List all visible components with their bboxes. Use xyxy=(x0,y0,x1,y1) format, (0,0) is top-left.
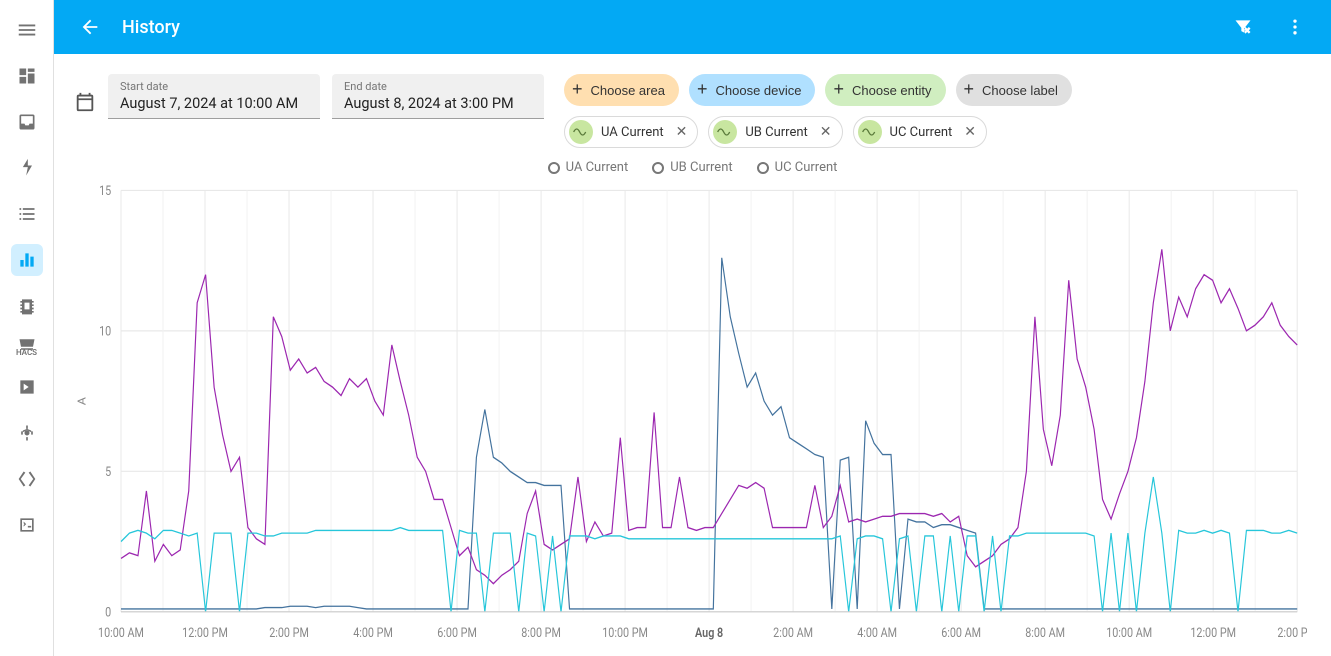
choose-label-button[interactable]: +Choose label xyxy=(956,74,1072,106)
legend-dot-icon xyxy=(548,162,560,174)
media-icon[interactable] xyxy=(11,371,43,403)
sine-icon xyxy=(569,120,593,144)
sine-icon xyxy=(858,120,882,144)
menu-icon[interactable] xyxy=(11,14,43,46)
entity-chip-uc[interactable]: UC Current ✕ xyxy=(853,116,988,148)
svg-text:10:00 AM: 10:00 AM xyxy=(1106,625,1152,640)
history-icon[interactable] xyxy=(11,244,43,276)
header: History xyxy=(54,0,1331,54)
sine-icon xyxy=(713,120,737,144)
plus-icon: + xyxy=(697,80,708,98)
svg-text:8:00 AM: 8:00 AM xyxy=(1025,625,1065,640)
svg-text:2:00 AM: 2:00 AM xyxy=(773,625,813,640)
svg-text:6:00 AM: 6:00 AM xyxy=(941,625,981,640)
legend-ub[interactable]: UB Current xyxy=(652,160,732,175)
more-icon[interactable] xyxy=(1275,7,1315,47)
start-date-value: August 7, 2024 at 10:00 AM xyxy=(120,95,308,112)
plus-icon: + xyxy=(833,80,844,98)
chart[interactable]: 0 5 10 15 10:00 AM 12:00 PM 2:00 PM 4:00 PM 6:00… xyxy=(54,179,1331,656)
chart-legend: UA Current UB Current UC Current xyxy=(54,160,1331,175)
filter-clear-icon[interactable] xyxy=(1223,7,1263,47)
sidebar: HACS xyxy=(0,0,54,656)
svg-text:4:00 AM: 4:00 AM xyxy=(857,625,897,640)
svg-text:8:00 PM: 8:00 PM xyxy=(521,625,561,640)
close-icon[interactable]: ✕ xyxy=(816,122,836,142)
svg-text:12:00 PM: 12:00 PM xyxy=(1190,625,1236,640)
plus-icon: + xyxy=(964,80,975,98)
choose-entity-button[interactable]: +Choose entity xyxy=(825,74,945,106)
calendar-icon xyxy=(74,91,96,113)
list-icon[interactable] xyxy=(11,198,43,230)
svg-text:15: 15 xyxy=(99,183,112,198)
svg-text:0: 0 xyxy=(105,605,111,620)
entity-chip-ua[interactable]: UA Current ✕ xyxy=(564,116,698,148)
close-icon[interactable]: ✕ xyxy=(672,122,692,142)
choose-device-button[interactable]: +Choose device xyxy=(689,74,816,106)
svg-text:12:00 PM: 12:00 PM xyxy=(182,625,228,640)
entity-chip-ub[interactable]: UB Current ✕ xyxy=(708,116,842,148)
svg-text:10: 10 xyxy=(99,324,111,339)
end-date-field[interactable]: End date August 8, 2024 at 3:00 PM xyxy=(332,74,544,119)
legend-dot-icon xyxy=(652,162,664,174)
end-date-label: End date xyxy=(344,80,532,93)
legend-uc[interactable]: UC Current xyxy=(757,160,838,175)
start-date-field[interactable]: Start date August 7, 2024 at 10:00 AM xyxy=(108,74,320,119)
svg-text:2:00 PM: 2:00 PM xyxy=(269,625,309,640)
svg-text:6:00 PM: 6:00 PM xyxy=(437,625,477,640)
network-icon[interactable] xyxy=(11,417,43,449)
svg-text:2:00 PM: 2:00 PM xyxy=(1277,625,1307,640)
legend-dot-icon xyxy=(757,162,769,174)
back-button[interactable] xyxy=(70,7,110,47)
page-title: History xyxy=(122,17,1223,38)
svg-text:10:00 PM: 10:00 PM xyxy=(602,625,648,640)
svg-text:4:00 PM: 4:00 PM xyxy=(353,625,393,640)
code-icon[interactable] xyxy=(11,463,43,495)
hacs-icon[interactable]: HACS xyxy=(11,336,43,357)
chip-icon[interactable] xyxy=(11,290,43,322)
energy-icon[interactable] xyxy=(11,152,43,184)
controls: Start date August 7, 2024 at 10:00 AM En… xyxy=(54,54,1331,152)
legend-ua[interactable]: UA Current xyxy=(548,160,629,175)
svg-text:10:00 AM: 10:00 AM xyxy=(98,625,144,640)
plus-icon: + xyxy=(572,80,583,98)
inbox-icon[interactable] xyxy=(11,106,43,138)
close-icon[interactable]: ✕ xyxy=(960,122,980,142)
choose-area-button[interactable]: +Choose area xyxy=(564,74,679,106)
svg-text:Aug 8: Aug 8 xyxy=(695,625,723,640)
terminal-icon[interactable] xyxy=(11,509,43,541)
svg-text:5: 5 xyxy=(105,464,111,479)
dashboard-icon[interactable] xyxy=(11,60,43,92)
end-date-value: August 8, 2024 at 3:00 PM xyxy=(344,95,532,112)
start-date-label: Start date xyxy=(120,80,308,93)
svg-text:A: A xyxy=(76,397,89,406)
